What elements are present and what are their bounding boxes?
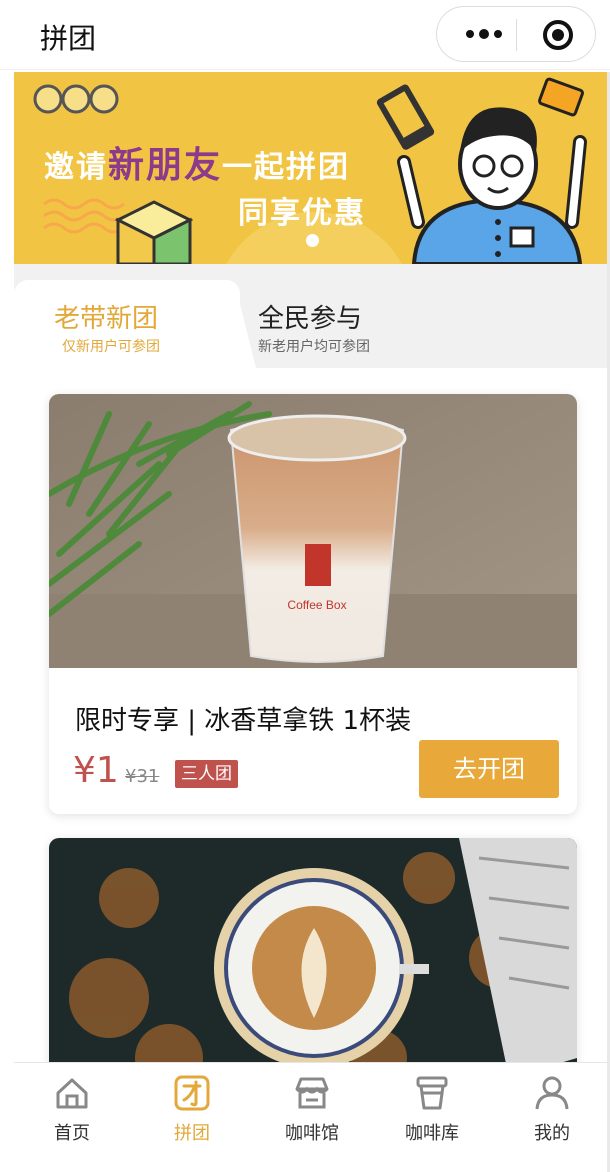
promo-banner[interactable]: 邀请新朋友一起拼团 同享优惠 bbox=[14, 72, 607, 264]
start-group-button[interactable]: 去开团 bbox=[419, 740, 559, 798]
group-buy-icon bbox=[174, 1075, 210, 1111]
product-card[interactable] bbox=[49, 838, 577, 1078]
cafe-store-icon bbox=[295, 1077, 329, 1109]
nav-group-buy[interactable]: 拼团 bbox=[142, 1073, 242, 1165]
home-icon bbox=[56, 1078, 88, 1109]
coffee-cup-icon bbox=[416, 1076, 448, 1110]
product-name: 限时专享 | 冰香草拿铁 1杯装 bbox=[75, 706, 412, 736]
carousel-indicator[interactable] bbox=[306, 234, 319, 247]
group-type-tabs: 老带新团 仅新用户可参团 全民参与 新老用户均可参团 bbox=[14, 264, 607, 368]
group-size-badge: 三人团 bbox=[175, 760, 238, 788]
nav-coffee-library[interactable]: 咖啡库 bbox=[382, 1073, 482, 1165]
coins-icon bbox=[33, 84, 119, 114]
nav-label: 首页 bbox=[54, 1123, 90, 1144]
original-price: ¥31 bbox=[125, 766, 160, 787]
profile-icon bbox=[535, 1076, 569, 1110]
mini-program-capsule bbox=[436, 6, 596, 62]
group-price: ¥1 bbox=[73, 750, 119, 791]
close-target-icon[interactable] bbox=[543, 20, 573, 50]
tab-everyone[interactable]: 全民参与 bbox=[258, 298, 362, 335]
banner-headline: 邀请新朋友一起拼团 bbox=[44, 145, 351, 186]
product-card[interactable]: Coffee Box 限时专享 | 冰香草拿铁 1杯装 ¥1 ¥31 三人团 去… bbox=[49, 394, 577, 814]
nav-label: 拼团 bbox=[174, 1123, 210, 1144]
wave-decoration bbox=[43, 198, 125, 234]
nav-profile[interactable]: 我的 bbox=[502, 1073, 602, 1165]
product-photo: Coffee Box bbox=[49, 394, 577, 668]
banner-highlight: 新朋友 bbox=[108, 145, 223, 186]
top-bar: 拼团 bbox=[0, 0, 610, 70]
nav-label: 咖啡馆 bbox=[285, 1123, 339, 1144]
page-title: 拼团 bbox=[40, 22, 97, 55]
tab-title[interactable]: 老带新团 bbox=[54, 298, 158, 335]
nav-label: 咖啡库 bbox=[405, 1123, 459, 1144]
banner-subheadline: 同享优惠 bbox=[238, 196, 366, 231]
tab-subtitle: 新老用户均可参团 bbox=[258, 339, 370, 355]
more-menu-icon[interactable] bbox=[459, 19, 509, 49]
nav-cafe[interactable]: 咖啡馆 bbox=[262, 1073, 362, 1165]
bottom-tab-bar: 首页 拼团 咖啡馆 咖啡库 我的 bbox=[14, 1062, 607, 1168]
cup-brand-text: Coffee Box bbox=[287, 598, 346, 612]
product-photo bbox=[49, 838, 577, 1078]
person-illustration bbox=[376, 77, 587, 264]
cube-icon bbox=[114, 200, 194, 264]
nav-label: 我的 bbox=[534, 1123, 570, 1144]
tab-subtitle: 仅新用户可参团 bbox=[62, 339, 160, 355]
capsule-divider bbox=[516, 19, 517, 51]
nav-home[interactable]: 首页 bbox=[22, 1073, 122, 1165]
